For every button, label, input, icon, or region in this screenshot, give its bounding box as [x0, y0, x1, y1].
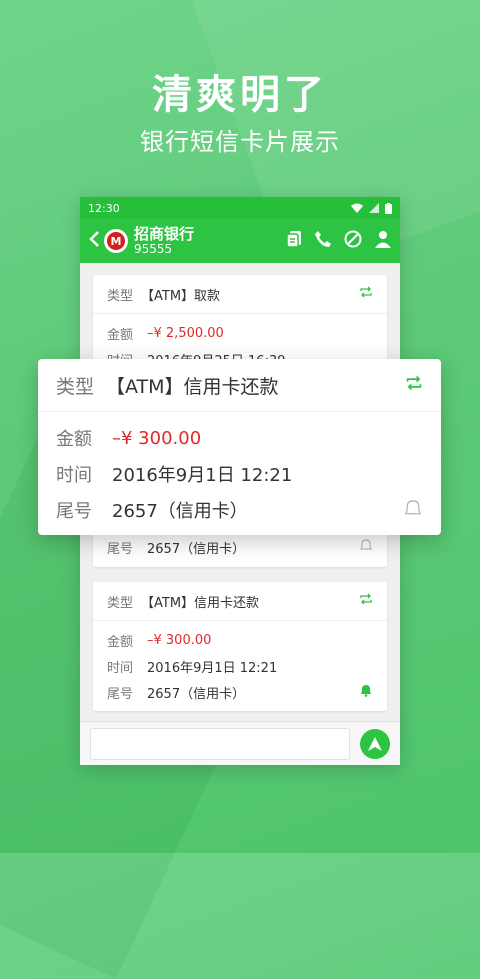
- type-label: 类型: [107, 595, 134, 611]
- phone-icon[interactable]: [314, 230, 332, 252]
- tail-value: 2657（信用卡）: [147, 686, 246, 702]
- status-bar: 12:30: [80, 197, 400, 219]
- copy-icon[interactable]: [286, 230, 302, 252]
- tail-value: 2657（信用卡）: [147, 541, 246, 557]
- repeat-icon[interactable]: [359, 593, 373, 609]
- amount-row: 金额 –¥ 300.00: [93, 627, 387, 653]
- contact-icon[interactable]: [374, 230, 392, 252]
- wifi-icon: [351, 203, 363, 213]
- amount-value: –¥ 300.00: [112, 427, 202, 449]
- time-value: 2016年9月1日 12:21: [112, 465, 293, 486]
- bell-icon[interactable]: [403, 498, 423, 523]
- tail-label: 尾号: [107, 541, 134, 557]
- send-icon: [368, 736, 382, 751]
- type-label: 类型: [107, 288, 134, 304]
- card-header: 类型 【ATM】信用卡还款: [93, 582, 387, 621]
- zoom-card-header: 类型 【ATM】信用卡还款: [38, 359, 441, 412]
- sms-card[interactable]: 类型 【ATM】取款 金额 –¥ 2,500.00 时间 2016年9月25日 …: [93, 275, 387, 372]
- bank-number: 95555: [134, 241, 173, 256]
- hero-title: 清爽明了: [152, 72, 328, 118]
- time-label: 时间: [107, 660, 134, 676]
- amount-label: 金额: [107, 634, 134, 650]
- repeat-icon[interactable]: [405, 374, 423, 396]
- amount-label: 金额: [107, 327, 134, 343]
- bank-name: 招商银行: [134, 224, 195, 243]
- repeat-icon[interactable]: [359, 286, 373, 302]
- time-row: 时间 2016年9月1日 12:21: [93, 653, 387, 679]
- battery-icon: [385, 202, 392, 214]
- type-value: 【ATM】信用卡还款: [141, 595, 260, 611]
- bell-icon[interactable]: [359, 683, 373, 701]
- amount-label: 金额: [56, 429, 92, 450]
- signal-icon: [369, 203, 379, 213]
- block-icon[interactable]: [344, 230, 362, 252]
- bank-logo-letter: M: [107, 232, 125, 250]
- tail-value: 2657（信用卡）: [112, 501, 248, 522]
- bank-header: 招商银行 95555: [134, 224, 286, 256]
- zoomed-sms-card[interactable]: 类型 【ATM】信用卡还款 金额 –¥ 300.00 时间 2016年9月1日 …: [38, 359, 441, 535]
- card-header: 类型 【ATM】取款: [93, 275, 387, 314]
- type-value: 【ATM】取款: [141, 288, 221, 304]
- type-label: 类型: [56, 375, 95, 398]
- tail-label: 尾号: [107, 686, 134, 702]
- send-button[interactable]: [360, 728, 390, 759]
- sms-card[interactable]: 类型 【ATM】信用卡还款 金额 –¥ 300.00 时间 2016年9月1日 …: [93, 582, 387, 711]
- bank-logo: M: [104, 229, 128, 253]
- tail-row: 尾号 2657（信用卡）: [93, 679, 387, 705]
- input-bar: [80, 721, 400, 765]
- amount-value: –¥ 300.00: [147, 632, 212, 648]
- tail-label: 尾号: [56, 501, 92, 522]
- time-row: 时间 2016年9月1日 12:21: [38, 456, 441, 492]
- amount-row: 金额 –¥ 300.00: [38, 420, 441, 456]
- amount-value: –¥ 2,500.00: [147, 325, 224, 341]
- bell-icon[interactable]: [359, 538, 373, 556]
- back-arrow-icon[interactable]: [88, 229, 104, 253]
- amount-row: 金额 –¥ 2,500.00: [93, 320, 387, 346]
- status-time: 12:30: [88, 201, 120, 215]
- time-label: 时间: [56, 465, 92, 486]
- time-value: 2016年9月1日 12:21: [147, 660, 278, 676]
- tail-row: 尾号 2657（信用卡）: [38, 492, 441, 528]
- message-input[interactable]: [90, 727, 350, 760]
- type-value: 【ATM】信用卡还款: [106, 375, 279, 398]
- hero-subtitle: 银行短信卡片展示: [140, 128, 340, 156]
- app-bar: M 招商银行 95555: [80, 219, 400, 263]
